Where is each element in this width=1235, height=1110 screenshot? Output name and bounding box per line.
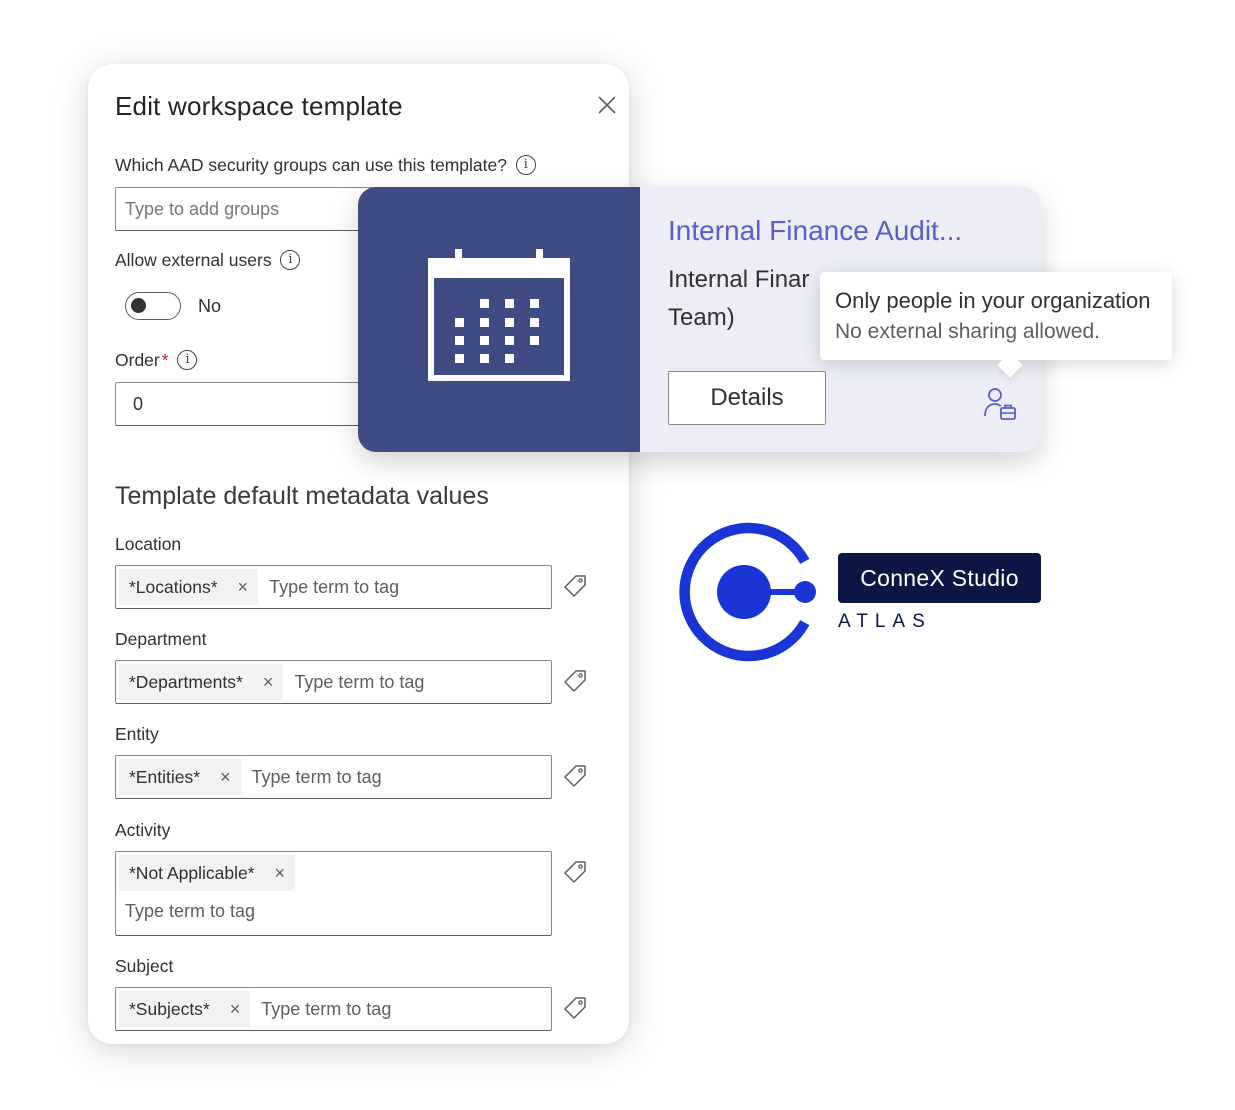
activity-tag-input[interactable]: *Not Applicable* × Type term to tag (115, 851, 552, 936)
close-icon[interactable] (596, 94, 618, 116)
person-lock-icon[interactable] (982, 386, 1018, 422)
tag-placeholder: Type term to tag (251, 766, 382, 787)
tooltip-line-2: No external sharing allowed. (835, 320, 1100, 343)
subject-label: Subject (115, 956, 174, 976)
metadata-section-title: Template default metadata values (115, 482, 489, 510)
external-users-label: Allow external users i (115, 250, 301, 271)
entity-tag-input[interactable]: *Entities* × Type term to tag (115, 755, 552, 799)
chip-remove-icon[interactable]: × (238, 577, 249, 598)
tag-icon[interactable] (562, 859, 588, 885)
location-label: Location (115, 534, 182, 554)
details-button[interactable]: Details (668, 371, 826, 425)
chip-remove-icon[interactable]: × (263, 672, 274, 693)
connex-logo-icon (679, 522, 816, 662)
chip-remove-icon[interactable]: × (220, 767, 231, 788)
activity-chip: *Not Applicable* × (119, 855, 296, 891)
location-chip: *Locations* × (119, 569, 259, 605)
department-label: Department (115, 629, 207, 649)
groups-label: Which AAD security groups can use this t… (115, 155, 536, 176)
tag-placeholder: Type term to tag (269, 576, 400, 597)
chip-label: *Locations* (129, 576, 218, 597)
location-tag-input[interactable]: *Locations* × Type term to tag (115, 565, 552, 609)
activity-label: Activity (115, 820, 171, 840)
order-label: Order * i (115, 350, 198, 371)
info-icon[interactable]: i (280, 250, 301, 270)
tag-placeholder: Type term to tag (294, 671, 425, 692)
entity-chip: *Entities* × (119, 759, 241, 795)
external-users-label-text: Allow external users (115, 250, 272, 270)
department-chip: *Departments* × (119, 664, 284, 700)
external-users-value: No (198, 296, 222, 316)
tag-icon[interactable] (562, 763, 588, 789)
chip-label: *Departments* (129, 671, 243, 692)
required-mark: * (161, 350, 169, 370)
tag-placeholder: Type term to tag (261, 998, 392, 1019)
subject-chip: *Subjects* × (119, 991, 251, 1027)
tag-icon[interactable] (562, 995, 588, 1021)
calendar-icon (428, 249, 570, 381)
chip-remove-icon[interactable]: × (230, 999, 241, 1020)
external-users-toggle[interactable] (125, 292, 181, 320)
panel-title: Edit workspace template (115, 91, 403, 121)
chip-label: *Not Applicable* (129, 862, 255, 883)
info-icon[interactable]: i (515, 155, 536, 175)
department-tag-input[interactable]: *Departments* × Type term to tag (115, 660, 552, 704)
sharing-tooltip: Only people in your organization No exte… (820, 272, 1172, 378)
tag-placeholder: Type term to tag (125, 901, 256, 921)
order-label-text: Order (115, 350, 160, 370)
card-banner (358, 187, 640, 452)
brand-subtitle: ATLAS (838, 611, 932, 632)
chip-label: *Entities* (129, 766, 201, 787)
chip-label: *Subjects* (129, 998, 210, 1019)
info-icon[interactable]: i (177, 350, 198, 370)
entity-label: Entity (115, 724, 159, 744)
brand-name-badge: ConneX Studio (838, 553, 1041, 603)
chip-remove-icon[interactable]: × (275, 863, 286, 884)
toggle-knob (131, 298, 146, 313)
groups-label-text: Which AAD security groups can use this t… (115, 155, 507, 175)
tooltip-line-1: Only people in your organization (835, 288, 1151, 313)
tag-icon[interactable] (562, 668, 588, 694)
subject-tag-input[interactable]: *Subjects* × Type term to tag (115, 987, 552, 1031)
card-title[interactable]: Internal Finance Audit... (668, 215, 962, 247)
tag-icon[interactable] (562, 573, 588, 599)
